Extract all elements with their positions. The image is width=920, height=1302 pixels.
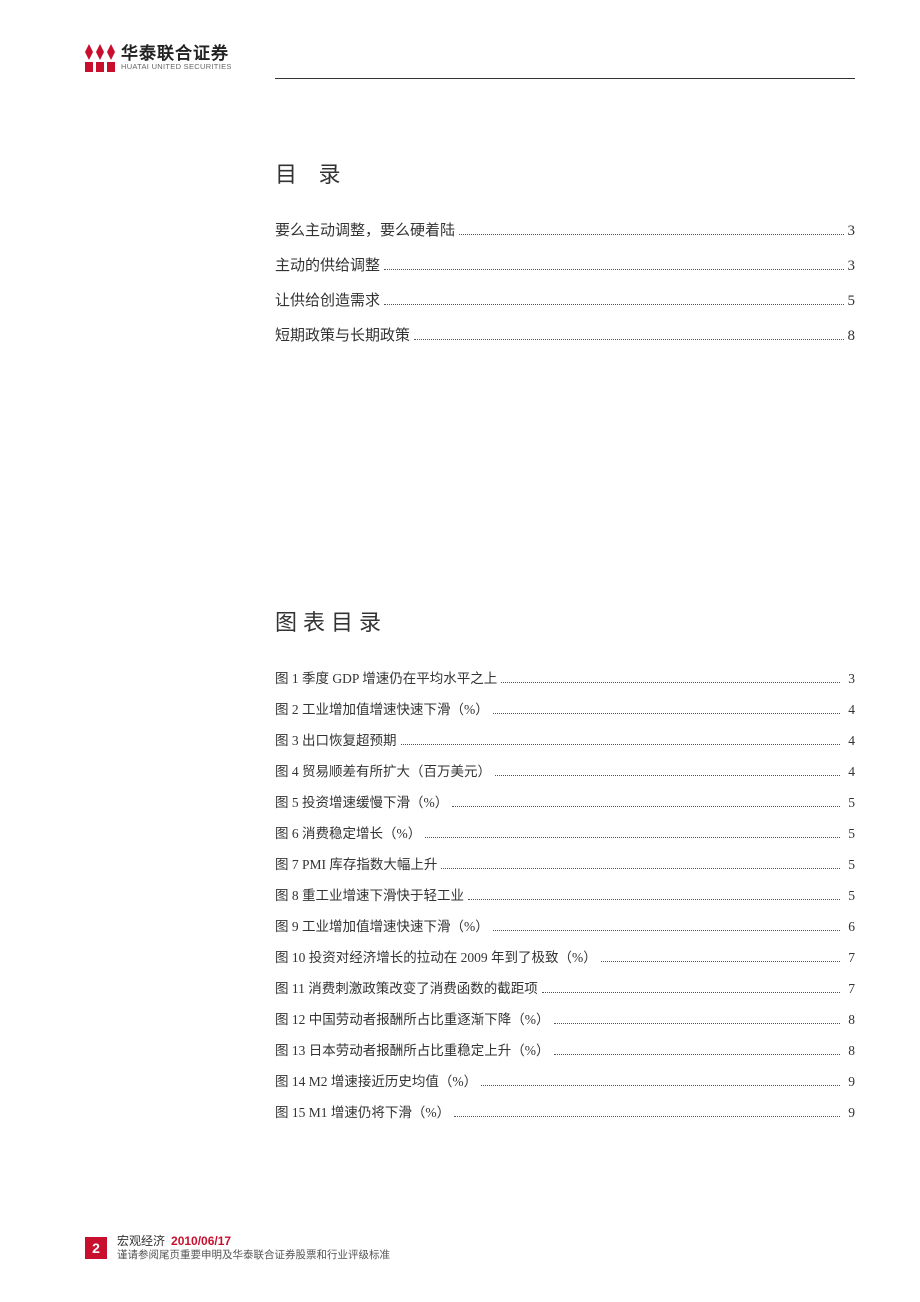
footer-date: 2010/06/17: [171, 1234, 231, 1248]
logo-icon: [85, 44, 115, 72]
toc-entry: 让供给创造需求 5: [275, 289, 855, 310]
figtoc-entry: 图 5 投资增速缓慢下滑（%） 5: [275, 791, 855, 811]
figtoc-entry-page: 5: [844, 826, 855, 842]
toc-entry: 主动的供给调整 3: [275, 254, 855, 275]
toc-leader-dots: [493, 930, 841, 931]
content-area: 目 录 要么主动调整，要么硬着陆 3 主动的供给调整 3 让供给创造需求 5 短…: [275, 157, 855, 1121]
figtoc-entry-page: 7: [844, 981, 855, 997]
figtoc-entry: 图 8 重工业增速下滑快于轻工业 5: [275, 884, 855, 904]
figtoc-entry-label: 图 14 M2 增速接近历史均值（%）: [275, 1070, 477, 1090]
toc-entry-page: 3: [848, 258, 856, 275]
toc-leader-dots: [452, 806, 840, 807]
figtoc-entry-page: 5: [844, 795, 855, 811]
toc-figures: 图 1 季度 GDP 增速仍在平均水平之上 3 图 2 工业增加值增速快速下滑（%…: [275, 667, 855, 1121]
brand-logo: 华泰联合证券 HUATAI UNITED SECURITIES: [85, 44, 232, 72]
footer-category: 宏观经济: [117, 1234, 165, 1248]
figtoc-entry-page: 4: [844, 702, 855, 718]
figtoc-entry-page: 5: [844, 888, 855, 904]
figtoc-entry-label: 图 9 工业增加值增速快速下滑（%）: [275, 915, 489, 935]
toc-leader-dots: [601, 961, 841, 962]
figtoc-entry-page: 9: [844, 1105, 855, 1121]
toc-entry-label: 短期政策与长期政策: [275, 324, 410, 345]
logo-en: HUATAI UNITED SECURITIES: [121, 63, 232, 71]
figtoc-entry: 图 3 出口恢复超预期 4: [275, 729, 855, 749]
figtoc-entry: 图 15 M1 增速仍将下滑（%） 9: [275, 1101, 855, 1121]
toc-leader-dots: [468, 899, 840, 900]
footer-disclaimer: 谨请参阅尾页重要申明及华泰联合证券股票和行业评级标准: [117, 1249, 390, 1262]
toc-leader-dots: [542, 992, 841, 993]
figtoc-entry-page: 7: [844, 950, 855, 966]
page-number-badge: 2: [85, 1237, 107, 1259]
figtoc-entry-label: 图 12 中国劳动者报酬所占比重逐渐下降（%）: [275, 1008, 550, 1028]
toc-entry-page: 5: [848, 293, 856, 310]
figtoc-entry-page: 6: [844, 919, 855, 935]
toc-leader-dots: [384, 304, 843, 305]
toc-leader-dots: [495, 775, 840, 776]
toc-heading: 目 录: [275, 157, 855, 189]
figtoc-entry-page: 8: [844, 1012, 855, 1028]
toc-leader-dots: [459, 234, 843, 235]
figtoc-entry-label: 图 6 消费稳定增长（%）: [275, 822, 421, 842]
toc-leader-dots: [501, 682, 840, 683]
figtoc-entry-label: 图 8 重工业增速下滑快于轻工业: [275, 884, 464, 904]
toc-leader-dots: [454, 1116, 840, 1117]
toc-leader-dots: [554, 1054, 841, 1055]
toc-entry: 要么主动调整，要么硬着陆 3: [275, 219, 855, 240]
figtoc-entry-label: 图 1 季度 GDP 增速仍在平均水平之上: [275, 667, 497, 687]
toc-leader-dots: [554, 1023, 841, 1024]
toc-leader-dots: [384, 269, 843, 270]
page-container: 华泰联合证券 HUATAI UNITED SECURITIES 目 录 要么主动…: [0, 0, 920, 1302]
figtoc-entry: 图 10 投资对经济增长的拉动在 2009 年到了极致（%） 7: [275, 946, 855, 966]
figtoc-entry: 图 4 贸易顺差有所扩大（百万美元） 4: [275, 760, 855, 780]
toc-entry-page: 3: [848, 223, 856, 240]
header-divider: [275, 78, 855, 79]
figtoc-entry: 图 11 消费刺激政策改变了消费函数的截距项 7: [275, 977, 855, 997]
toc-entry-page: 8: [848, 328, 856, 345]
toc-leader-dots: [481, 1085, 840, 1086]
toc-leader-dots: [401, 744, 841, 745]
toc-leader-dots: [441, 868, 840, 869]
figtoc-entry: 图 2 工业增加值增速快速下滑（%） 4: [275, 698, 855, 718]
figtoc-entry-page: 9: [844, 1074, 855, 1090]
footer-text: 宏观经济 2010/06/17 谨请参阅尾页重要申明及华泰联合证券股票和行业评级…: [117, 1234, 390, 1262]
figtoc-entry: 图 6 消费稳定增长（%） 5: [275, 822, 855, 842]
toc-entry: 短期政策与长期政策 8: [275, 324, 855, 345]
figtoc-entry: 图 13 日本劳动者报酬所占比重稳定上升（%） 8: [275, 1039, 855, 1059]
figtoc-entry: 图 14 M2 增速接近历史均值（%） 9: [275, 1070, 855, 1090]
footer: 2 宏观经济 2010/06/17 谨请参阅尾页重要申明及华泰联合证券股票和行业…: [85, 1234, 390, 1262]
figtoc-entry-page: 4: [844, 733, 855, 749]
page-number: 2: [92, 1240, 100, 1256]
figtoc-entry-label: 图 3 出口恢复超预期: [275, 729, 397, 749]
header: 华泰联合证券 HUATAI UNITED SECURITIES: [85, 40, 855, 76]
figtoc-entry-page: 8: [844, 1043, 855, 1059]
figtoc-entry: 图 12 中国劳动者报酬所占比重逐渐下降（%） 8: [275, 1008, 855, 1028]
logo-text: 华泰联合证券 HUATAI UNITED SECURITIES: [121, 45, 232, 72]
toc-leader-dots: [493, 713, 841, 714]
figtoc-entry-label: 图 11 消费刺激政策改变了消费函数的截距项: [275, 977, 538, 997]
toc-leader-dots: [414, 339, 843, 340]
figtoc-entry-page: 4: [844, 764, 855, 780]
toc-entry-label: 主动的供给调整: [275, 254, 380, 275]
figtoc-entry: 图 7 PMI 库存指数大幅上升 5: [275, 853, 855, 873]
toc-leader-dots: [425, 837, 840, 838]
figtoc-entry-page: 5: [844, 857, 855, 873]
figtoc-entry: 图 1 季度 GDP 增速仍在平均水平之上 3: [275, 667, 855, 687]
toc-entry-label: 让供给创造需求: [275, 289, 380, 310]
logo-cn: 华泰联合证券: [121, 45, 232, 64]
figtoc-entry-label: 图 10 投资对经济增长的拉动在 2009 年到了极致（%）: [275, 946, 597, 966]
figtoc-heading: 图表目录: [275, 605, 855, 637]
figtoc-entry-label: 图 2 工业增加值增速快速下滑（%）: [275, 698, 489, 718]
figtoc-entry-label: 图 4 贸易顺差有所扩大（百万美元）: [275, 760, 491, 780]
figtoc-entry-label: 图 7 PMI 库存指数大幅上升: [275, 853, 437, 873]
figtoc-entry-page: 3: [844, 671, 855, 687]
toc-entry-label: 要么主动调整，要么硬着陆: [275, 219, 455, 240]
figtoc-entry-label: 图 15 M1 增速仍将下滑（%）: [275, 1101, 450, 1121]
figtoc-entry-label: 图 5 投资增速缓慢下滑（%）: [275, 791, 448, 811]
figtoc-entry: 图 9 工业增加值增速快速下滑（%） 6: [275, 915, 855, 935]
figtoc-entry-label: 图 13 日本劳动者报酬所占比重稳定上升（%）: [275, 1039, 550, 1059]
toc-main: 要么主动调整，要么硬着陆 3 主动的供给调整 3 让供给创造需求 5 短期政策与…: [275, 219, 855, 345]
footer-line1: 宏观经济 2010/06/17: [117, 1234, 390, 1249]
